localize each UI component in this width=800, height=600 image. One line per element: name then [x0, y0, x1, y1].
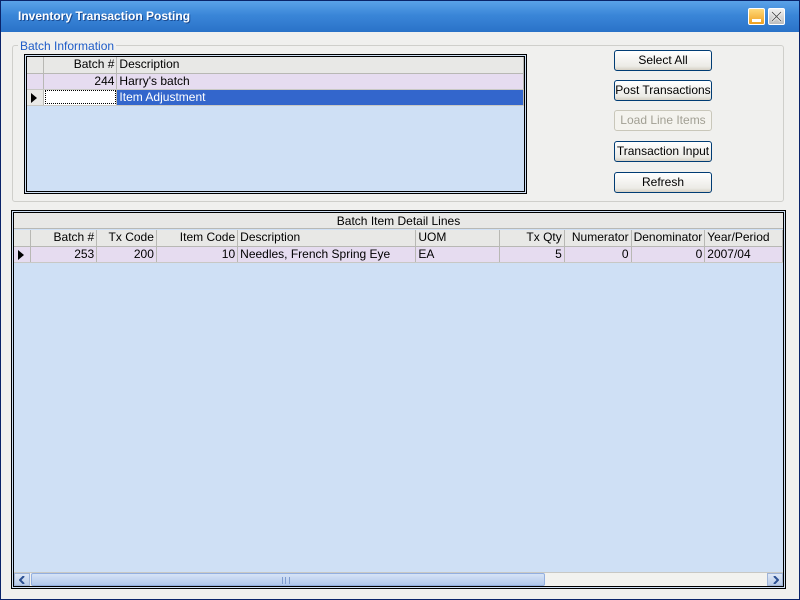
detail-grid[interactable]: Batch Item Detail Lines Batch # Tx Code …	[11, 210, 786, 589]
cell-description[interactable]: Item Adjustment	[116, 89, 524, 106]
row-header-current[interactable]	[14, 246, 31, 263]
column-header-description[interactable]: Description	[237, 230, 417, 247]
refresh-button[interactable]: Refresh	[614, 172, 712, 193]
row-header-corner	[27, 57, 45, 74]
column-header-denominator[interactable]: Denominator	[631, 230, 706, 247]
scrollbar-thumb[interactable]	[31, 573, 545, 586]
column-header-batch[interactable]: Batch #	[43, 57, 118, 74]
column-header-description[interactable]: Description	[116, 57, 524, 74]
column-header-tx-qty[interactable]: Tx Qty	[499, 230, 565, 247]
window-title: Inventory Transaction Posting	[18, 9, 191, 23]
grip-icon	[282, 577, 290, 584]
column-header-batch[interactable]: Batch #	[30, 230, 98, 247]
table-row[interactable]: 244 Harry's batch	[27, 73, 524, 90]
row-header[interactable]	[27, 73, 45, 90]
cell-numerator[interactable]: 0	[564, 246, 632, 263]
cell-description[interactable]: Harry's batch	[116, 73, 524, 90]
table-row-selected[interactable]: Item Adjustment	[27, 89, 524, 106]
cell-description[interactable]: Needles, French Spring Eye	[237, 246, 417, 263]
column-header-item-code[interactable]: Item Code	[156, 230, 239, 247]
batch-grid[interactable]: Batch # Description 244 Harry's batch It…	[24, 54, 527, 194]
current-row-arrow-icon	[18, 249, 24, 260]
column-header-tx-code[interactable]: Tx Code	[96, 230, 157, 247]
detail-grid-header: Batch # Tx Code Item Code Description UO…	[14, 230, 783, 247]
scroll-right-icon[interactable]	[767, 573, 783, 586]
scroll-left-icon[interactable]	[14, 573, 30, 586]
title-bar[interactable]: Inventory Transaction Posting	[1, 1, 799, 32]
cell-uom[interactable]: EA	[415, 246, 500, 263]
cell-batch[interactable]: 244	[43, 73, 118, 90]
select-all-button[interactable]: Select All	[614, 50, 712, 71]
main-window: Inventory Transaction Posting Batch Info…	[0, 0, 800, 600]
cell-batch-focused[interactable]	[43, 89, 118, 106]
current-row-arrow-icon	[31, 92, 37, 103]
cell-denominator[interactable]: 0	[631, 246, 706, 263]
cell-batch[interactable]: 253	[30, 246, 98, 263]
column-header-uom[interactable]: UOM	[415, 230, 500, 247]
column-header-numerator[interactable]: Numerator	[564, 230, 632, 247]
cell-tx-qty[interactable]: 5	[499, 246, 565, 263]
batch-grid-header: Batch # Description	[27, 57, 524, 74]
transaction-input-button[interactable]: Transaction Input	[614, 141, 712, 162]
post-transactions-button[interactable]: Post Transactions	[614, 80, 712, 101]
load-line-items-button[interactable]: Load Line Items	[614, 110, 712, 131]
cell-item-code[interactable]: 10	[156, 246, 239, 263]
cell-tx-code[interactable]: 200	[96, 246, 157, 263]
detail-grid-caption: Batch Item Detail Lines	[14, 213, 783, 229]
batch-information-label: Batch Information	[18, 39, 117, 53]
cell-year-period[interactable]: 2007/04	[704, 246, 783, 263]
minimize-icon[interactable]	[748, 8, 765, 25]
horizontal-scrollbar[interactable]	[14, 572, 783, 586]
close-icon[interactable]	[768, 8, 785, 25]
table-row[interactable]: 253 200 10 Needles, French Spring Eye EA…	[14, 246, 783, 263]
column-header-year-period[interactable]: Year/Period	[704, 230, 783, 247]
row-header-corner	[14, 230, 31, 247]
row-header-current[interactable]	[27, 89, 45, 106]
